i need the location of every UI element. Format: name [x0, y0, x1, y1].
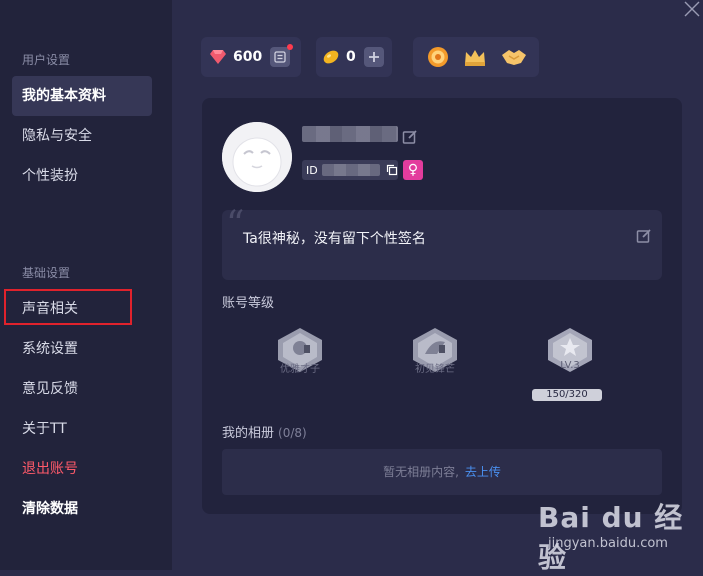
account-level-title: 账号等级	[222, 296, 275, 311]
user-id-blurred	[321, 164, 380, 176]
default-avatar-face	[222, 122, 292, 192]
annotation-highlight-box	[4, 289, 132, 325]
handshake-icon[interactable]	[501, 47, 527, 67]
coin-medal-icon[interactable]	[427, 46, 449, 68]
diamond-bill-button[interactable]	[270, 44, 294, 67]
avatar[interactable]	[222, 122, 292, 192]
add-bean-button[interactable]	[363, 47, 384, 67]
badge-name: 优雅才子	[280, 364, 320, 375]
sidebar-item-privacy-security[interactable]: 隐私与安全	[12, 116, 152, 156]
female-gender-icon: ♀	[403, 160, 423, 180]
badge-first-sharp[interactable]: 初见锋芒	[400, 326, 470, 378]
basic-settings-title: 基础设置	[22, 266, 71, 280]
badge-elegant-talent[interactable]: 优雅才子	[265, 326, 335, 378]
album-title-text: 我的相册	[222, 426, 275, 441]
upload-link[interactable]: 去上传	[465, 465, 501, 479]
bill-icon	[274, 51, 286, 63]
sidebar-item-clear-data[interactable]: 清除数据	[12, 489, 152, 529]
sidebar-item-logout[interactable]: 退出账号	[12, 449, 152, 489]
profile-card: ID ♀ “ Ta很神秘，没有留下个性签名 账号等级 优雅才子 初见锋芒 LV.…	[202, 98, 682, 514]
diamond-chip: 600	[201, 37, 301, 77]
signature-text: Ta很神秘，没有留下个性签名	[243, 231, 426, 247]
badge-level-label: LV.3	[560, 360, 580, 371]
honor-chip	[413, 37, 539, 77]
album-count: (0/8)	[278, 426, 307, 440]
baidu-jingyan-watermark: Bai du 经验 jingyan.baidu.com	[538, 496, 698, 574]
diamond-count: 600	[233, 49, 263, 65]
copy-icon[interactable]	[386, 164, 398, 176]
diamond-icon	[210, 50, 226, 64]
edit-signature-icon[interactable]	[636, 228, 652, 244]
id-label: ID	[306, 163, 318, 177]
signature-box: “ Ta很神秘，没有留下个性签名	[222, 204, 662, 280]
user-id-tag: ID	[302, 160, 398, 180]
album-empty-state: 暂无相册内容, 去上传	[222, 449, 662, 495]
sidebar-item-about[interactable]: 关于TT	[12, 409, 152, 449]
bean-icon	[323, 50, 339, 64]
nickname-blurred	[302, 126, 398, 142]
album-empty-text: 暂无相册内容,	[383, 465, 459, 479]
user-settings-title: 用户设置	[22, 53, 71, 67]
plus-icon	[368, 52, 379, 62]
bean-count: 0	[346, 49, 356, 65]
album-title: 我的相册 (0/8)	[222, 422, 307, 441]
badge-name: 初见锋芒	[415, 364, 455, 375]
quote-mark-icon: “	[226, 204, 245, 245]
sidebar-item-personal-decoration[interactable]: 个性装扮	[12, 156, 152, 196]
edit-nickname-icon[interactable]	[402, 129, 418, 145]
sidebar-item-system[interactable]: 系统设置	[12, 329, 152, 369]
sidebar-item-feedback[interactable]: 意见反馈	[12, 369, 152, 409]
crown-icon[interactable]	[463, 47, 487, 67]
settings-sidebar: 用户设置 我的基本资料 隐私与安全 个性装扮 基础设置 声音相关 系统设置 意见…	[0, 0, 172, 570]
close-icon[interactable]	[683, 0, 701, 18]
watermark-url: jingyan.baidu.com	[548, 536, 668, 551]
bean-chip: 0	[316, 37, 392, 77]
badge-level[interactable]: LV.3	[535, 326, 605, 378]
sidebar-item-basic-profile[interactable]: 我的基本资料	[12, 76, 152, 116]
notification-dot	[287, 44, 294, 50]
level-progress: 150/320	[532, 389, 602, 401]
